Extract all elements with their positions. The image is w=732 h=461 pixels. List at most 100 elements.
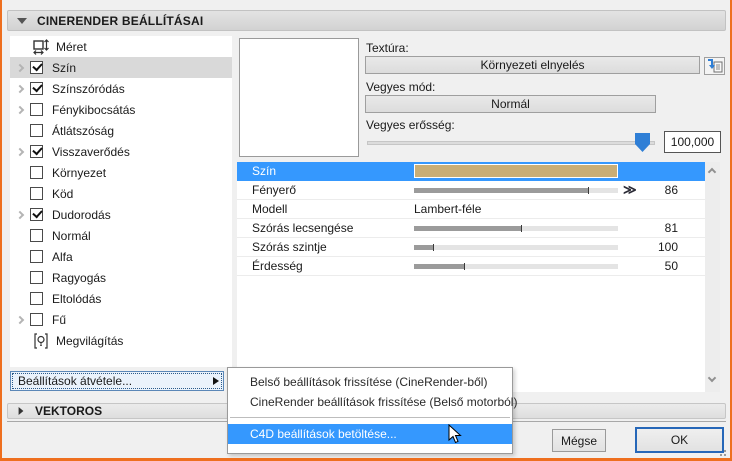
- tree-item-normal[interactable]: Normál: [10, 225, 232, 246]
- blend-strength-slider[interactable]: [367, 141, 655, 145]
- property-row-erdesseg[interactable]: Érdesség 50: [237, 257, 705, 276]
- resize-grip[interactable]: [714, 444, 726, 456]
- checkbox-ragyogas[interactable]: [30, 271, 43, 284]
- menu-item-c4d-beallitasok-betoltese[interactable]: C4D beállítások betöltése...: [228, 424, 512, 444]
- blend-strength-label: Vegyes erősség:: [366, 118, 455, 132]
- property-label: Szórás lecsengése: [252, 221, 354, 235]
- tree-item-label: Alfa: [52, 249, 73, 264]
- tree-item-szinszorodas[interactable]: Színszóródás: [10, 78, 232, 99]
- property-value: 86: [664, 183, 678, 197]
- checkbox-normal[interactable]: [30, 229, 43, 242]
- section-header-cinerender[interactable]: CINERENDER BEÁLLÍTÁSAI: [7, 10, 726, 31]
- checkbox-atlatszosag[interactable]: [30, 124, 43, 137]
- texture-button[interactable]: Környezeti elnyelés: [365, 56, 700, 74]
- slider-thumb[interactable]: [433, 244, 435, 251]
- menu-separator: [230, 417, 510, 418]
- tree-item-label: Átlátszóság: [52, 123, 115, 138]
- property-row-szoras-lecsengese[interactable]: Szórás lecsengése 81: [237, 219, 705, 238]
- transfer-settings-label: Beállítások átvétele...: [18, 374, 133, 388]
- vectors-title: VEKTOROS: [35, 404, 103, 418]
- checkbox-fu[interactable]: [30, 313, 43, 326]
- property-label: Modell: [252, 202, 288, 216]
- material-preview[interactable]: [239, 38, 359, 157]
- expand-chevron-icon[interactable]: [10, 84, 30, 93]
- blend-mode-button[interactable]: Normál: [365, 95, 656, 113]
- slider-thumb[interactable]: [588, 187, 590, 194]
- slider-thumb[interactable]: [464, 263, 465, 270]
- scroll-down-icon[interactable]: [707, 373, 717, 383]
- texture-label: Textúra:: [366, 41, 409, 55]
- cancel-button[interactable]: Mégse: [552, 429, 606, 452]
- checkbox-eltolodas[interactable]: [30, 292, 43, 305]
- tree-item-label: Fű: [52, 312, 67, 327]
- property-value: 100: [657, 240, 678, 254]
- property-slider[interactable]: [414, 244, 618, 251]
- property-slider[interactable]: [414, 263, 618, 270]
- property-row-fenyero[interactable]: Fényerő ≫ 86: [237, 181, 705, 200]
- tree-item-label: Eltolódás: [52, 291, 102, 306]
- tree-item-label: Normál: [52, 228, 91, 243]
- property-row-szin[interactable]: Szín: [237, 162, 705, 181]
- expand-chevron-icon[interactable]: [10, 315, 30, 324]
- menu-item-cinerender-beallitasok-frissitese-belso-motorbol[interactable]: CineRender beállítások frissítése (Belső…: [228, 392, 517, 412]
- texture-browse-button[interactable]: [704, 57, 725, 75]
- tree-item-label: Köd: [52, 186, 74, 201]
- slider-thumb[interactable]: [521, 225, 523, 232]
- blend-strength-slider-handle[interactable]: [635, 133, 650, 152]
- tree-item-kornyezet[interactable]: Környezet: [10, 162, 232, 183]
- tree-item-label: Színszóródás: [52, 81, 125, 96]
- tree-item-dudorodas[interactable]: Dudorodás: [10, 204, 232, 225]
- checkbox-alfa[interactable]: [30, 250, 43, 263]
- property-value: 50: [664, 259, 678, 273]
- property-row-modell[interactable]: Modell Lambert-féle: [237, 200, 705, 219]
- property-slider[interactable]: [414, 187, 618, 194]
- tree-item-ragyogas[interactable]: Ragyogás: [10, 267, 232, 288]
- tree-item-eltolodas[interactable]: Eltolódás: [10, 288, 232, 309]
- property-list: Szín Fényerő ≫ 86 Modell Lambert-féle Szórás l…: [237, 162, 705, 392]
- section-title: CINERENDER BEÁLLÍTÁSAI: [37, 13, 204, 28]
- property-text-value[interactable]: Lambert-féle: [414, 202, 481, 216]
- property-row-szoras-szintje[interactable]: Szórás szintje 100: [237, 238, 705, 257]
- expand-arrow-icon: [18, 407, 24, 415]
- tree-item-label: Környezet: [52, 165, 107, 180]
- tree-item-label: Visszaverődés: [52, 144, 130, 159]
- property-slider[interactable]: [414, 225, 618, 232]
- blend-strength-value-field[interactable]: 100,000: [664, 131, 721, 153]
- tree-item-megvilagitas[interactable]: Megvilágítás: [10, 330, 232, 351]
- tree-item-atlatszosag[interactable]: Átlátszóság: [10, 120, 232, 141]
- expand-chevron-icon[interactable]: [10, 210, 30, 219]
- tree-item-fu[interactable]: Fű: [10, 309, 232, 330]
- checkbox-szin[interactable]: [30, 61, 43, 74]
- property-label: Szórás szintje: [252, 240, 327, 254]
- tree-item-label: Megvilágítás: [56, 333, 124, 348]
- property-list-scrollbar[interactable]: [705, 162, 720, 392]
- tree-item-szin[interactable]: Szín: [10, 57, 232, 78]
- tree-item-visszaverodes[interactable]: Visszaverődés: [10, 141, 232, 162]
- transfer-settings-button[interactable]: Beállítások átvétele...: [10, 371, 224, 391]
- property-label: Fényerő: [252, 183, 297, 197]
- checkbox-visszaverodes[interactable]: [30, 145, 43, 158]
- property-label: Érdesség: [252, 259, 303, 273]
- tree-item-alfa[interactable]: Alfa: [10, 246, 232, 267]
- color-swatch[interactable]: [414, 164, 618, 178]
- property-value: 81: [664, 221, 678, 235]
- size-icon: [30, 38, 52, 55]
- checkbox-fenykibocsatas[interactable]: [30, 103, 43, 116]
- expand-chevron-icon[interactable]: [10, 147, 30, 156]
- ok-button[interactable]: OK: [635, 427, 724, 453]
- expand-chevron-icon[interactable]: [10, 105, 30, 114]
- tree-item-fenykibocsatas[interactable]: Fénykibocsátás: [10, 99, 232, 120]
- menu-item-belso-beallitasok-frissitese-cinerender-bol[interactable]: Belső beállítások frissítése (CineRender…: [228, 372, 512, 392]
- mouse-cursor: [448, 424, 462, 444]
- checkbox-dudorodas[interactable]: [30, 208, 43, 221]
- checkbox-kod[interactable]: [30, 187, 43, 200]
- tree-item-label: Méret: [56, 39, 87, 54]
- tree-item-meret[interactable]: Méret: [10, 36, 232, 57]
- checkbox-kornyezet[interactable]: [30, 166, 43, 179]
- scroll-up-icon[interactable]: [707, 167, 717, 177]
- tree-item-kod[interactable]: Köd: [10, 183, 232, 204]
- checkbox-szinszorodas[interactable]: [30, 82, 43, 95]
- tree-item-label: Dudorodás: [52, 207, 111, 222]
- expand-chevron-icon[interactable]: [10, 63, 30, 72]
- collapse-arrow-icon: [17, 17, 27, 24]
